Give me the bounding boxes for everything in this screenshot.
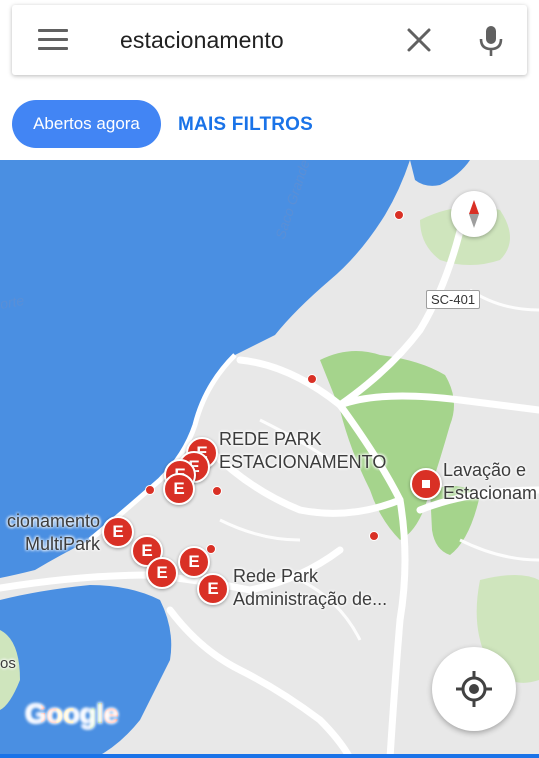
parking-marker[interactable]: E — [102, 516, 134, 548]
my-location-icon — [456, 671, 492, 707]
place-label-line: MultiPark — [24, 534, 100, 554]
road-shield-sc401: SC-401 — [426, 290, 481, 309]
place-label-line: Estacionam — [443, 483, 538, 503]
more-filters-button[interactable]: MAIS FILTROS — [178, 114, 313, 136]
place-label-partial: os — [0, 655, 16, 672]
map-view[interactable]: Saco Grande orte SC-401 E E E E E E E E … — [0, 160, 539, 758]
place-label-multipark[interactable]: cionamento MultiPark — [0, 510, 100, 556]
place-dot[interactable] — [145, 485, 155, 495]
place-label-line: ESTACIONAMENTO — [219, 452, 387, 472]
place-label-line: Lavação e — [443, 460, 527, 480]
place-label-line: Administração de... — [233, 589, 388, 609]
place-label-line: REDE PARK — [219, 429, 322, 449]
place-label-rede-park-admin[interactable]: Rede Park Administração de... — [233, 565, 387, 611]
parking-marker[interactable]: E — [178, 546, 210, 578]
place-label-rede-park-estacionamento[interactable]: REDE PARK ESTACIONAMENTO — [219, 428, 386, 474]
mic-icon[interactable] — [478, 25, 504, 57]
place-dot[interactable] — [212, 486, 222, 496]
parking-marker[interactable]: E — [146, 557, 178, 589]
close-icon[interactable] — [406, 27, 432, 53]
place-dot[interactable] — [369, 531, 379, 541]
place-label-line: cionamento — [6, 511, 100, 531]
compass-icon[interactable] — [451, 191, 497, 237]
google-logo: Google — [25, 698, 119, 729]
search-box[interactable]: estacionamento — [12, 5, 527, 75]
filter-bar: Abertos agora MAIS FILTROS — [0, 90, 539, 160]
place-label-line: Rede Park — [233, 566, 319, 586]
place-dot[interactable] — [307, 374, 317, 384]
search-input[interactable]: estacionamento — [120, 27, 284, 54]
top-bar: estacionamento — [0, 0, 539, 90]
bottom-strip — [0, 754, 539, 758]
my-location-button[interactable] — [432, 647, 516, 731]
parking-marker[interactable]: E — [197, 573, 229, 605]
parking-marker[interactable]: E — [163, 473, 195, 505]
place-marker-lavacao[interactable] — [410, 468, 442, 500]
menu-icon[interactable] — [38, 29, 68, 51]
open-now-chip[interactable]: Abertos agora — [12, 100, 161, 148]
place-label-lavacao[interactable]: Lavação e Estacionam — [443, 459, 537, 505]
place-dot[interactable] — [394, 210, 404, 220]
